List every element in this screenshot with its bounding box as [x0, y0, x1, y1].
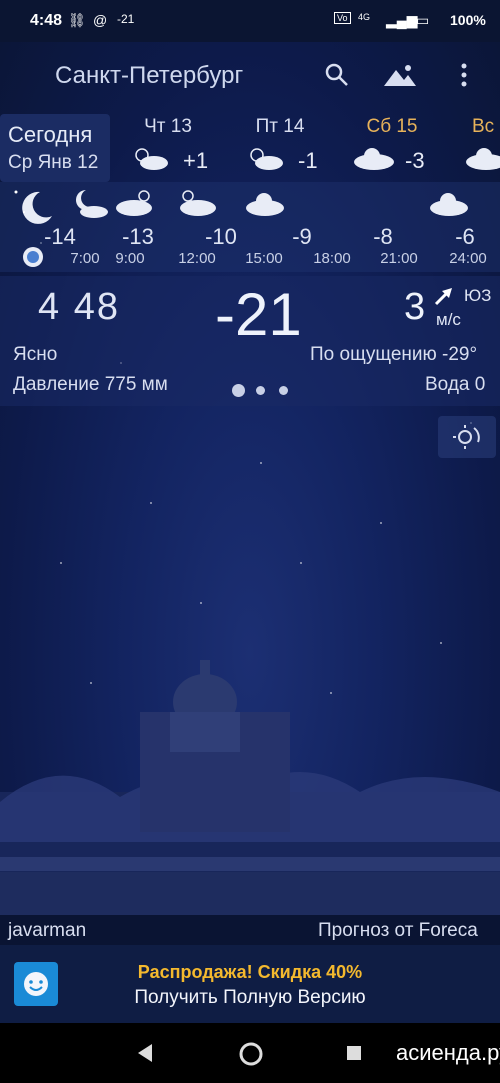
- day-tab-sat[interactable]: Сб 15: [352, 116, 432, 138]
- sun-radar-icon: [453, 425, 480, 449]
- radar-button[interactable]: [438, 416, 496, 458]
- network-label: 4G: [358, 12, 371, 22]
- hour-temp: -10: [205, 224, 237, 249]
- hour-time: 21:00: [380, 250, 418, 267]
- page-dot: [256, 386, 265, 395]
- cathedral-silhouette: [0, 660, 500, 915]
- recents-icon[interactable]: [346, 1045, 362, 1061]
- page-dot-active: [232, 384, 245, 397]
- day-tab-fri[interactable]: Пт 14: [240, 116, 320, 138]
- day-label: Чт 13: [144, 116, 192, 137]
- moon-cloud-icon: [76, 190, 108, 218]
- day-tab-sun[interactable]: Вс: [472, 116, 500, 138]
- pressure: Давление 775 мм: [13, 374, 168, 395]
- cloud-icon: [466, 148, 500, 170]
- battery-level: 100%: [450, 12, 486, 28]
- city-title[interactable]: Санкт-Петербург: [55, 62, 243, 90]
- water-temp: Вода 0: [425, 374, 486, 395]
- hour-time: 12:00: [178, 250, 216, 267]
- search-icon[interactable]: [322, 60, 352, 90]
- more-vert-icon[interactable]: [452, 60, 476, 90]
- status-temp-badge: -21: [117, 12, 135, 26]
- page-dot: [279, 386, 288, 395]
- cloud-icon: [354, 148, 394, 170]
- cloud-icon: [430, 193, 468, 216]
- day-label: Сб 15: [366, 116, 418, 137]
- day-label: Пт 14: [255, 116, 305, 137]
- partly-cloudy-icon: [250, 148, 283, 170]
- hour-time: 18:00: [313, 250, 351, 267]
- day-temp: +1: [183, 148, 209, 173]
- current-hour-marker: [23, 247, 43, 267]
- hour-temp: -13: [122, 224, 154, 249]
- promo-banner[interactable]: [0, 945, 500, 1023]
- day-today-label: Сегодня: [8, 122, 93, 147]
- day-temp: -3: [405, 148, 425, 173]
- promo-sale-text[interactable]: Распродажа! Скидка 40%: [0, 962, 500, 983]
- partly-cloudy-icon: [116, 190, 152, 216]
- forecast-provider[interactable]: Прогноз от Foreca: [318, 920, 478, 942]
- wind-direction-arrow-icon: [434, 288, 452, 306]
- day-temp: -1: [298, 148, 318, 173]
- cloud-icon: [246, 193, 284, 216]
- wind-unit: м/с: [436, 310, 461, 329]
- wind-direction: ЮЗ: [464, 286, 492, 305]
- feels-like: По ощущению -29°: [310, 344, 478, 365]
- status-time: 4:48: [30, 12, 63, 29]
- current-temperature: -21: [215, 281, 302, 348]
- volte-icon: Vo: [334, 12, 351, 24]
- hour-time: 15:00: [245, 250, 283, 267]
- hour-time: 9:00: [115, 250, 145, 267]
- watermark: асиенда.ру: [396, 1040, 500, 1065]
- condition-text: Ясно: [13, 344, 58, 365]
- back-icon[interactable]: [136, 1043, 154, 1063]
- signal-icon: ▂▄▆: [386, 12, 418, 28]
- partly-cloudy-icon: [135, 148, 168, 170]
- day-label: Вс: [472, 116, 495, 137]
- promo-upgrade-text[interactable]: Получить Полную Версию: [0, 987, 500, 1009]
- day-tab-thu[interactable]: Чт 13: [128, 116, 208, 138]
- at-icon: @: [93, 12, 108, 28]
- battery-icon: ▭: [416, 12, 430, 28]
- current-time: 4 48: [38, 286, 120, 328]
- hour-temp: -14: [44, 224, 76, 249]
- day-today-date: Ср Янв 12: [8, 152, 99, 173]
- moon-icon: [14, 190, 52, 224]
- wind-speed: 3: [404, 286, 426, 328]
- hour-time: 24:00: [449, 250, 487, 267]
- hour-temp: -6: [455, 224, 475, 249]
- link-icon: ⛓: [68, 12, 86, 28]
- photo-author[interactable]: javarman: [8, 920, 86, 942]
- hour-temp: -8: [373, 224, 393, 249]
- landscape-icon[interactable]: [382, 60, 418, 90]
- hour-temp: -9: [292, 224, 312, 249]
- partly-cloudy-icon: [180, 190, 216, 216]
- status-bar: 4:48 ⛓ @ -21 Vo 4G ▂▄▆ ▭ 100%: [0, 0, 500, 42]
- home-icon[interactable]: [238, 1041, 264, 1067]
